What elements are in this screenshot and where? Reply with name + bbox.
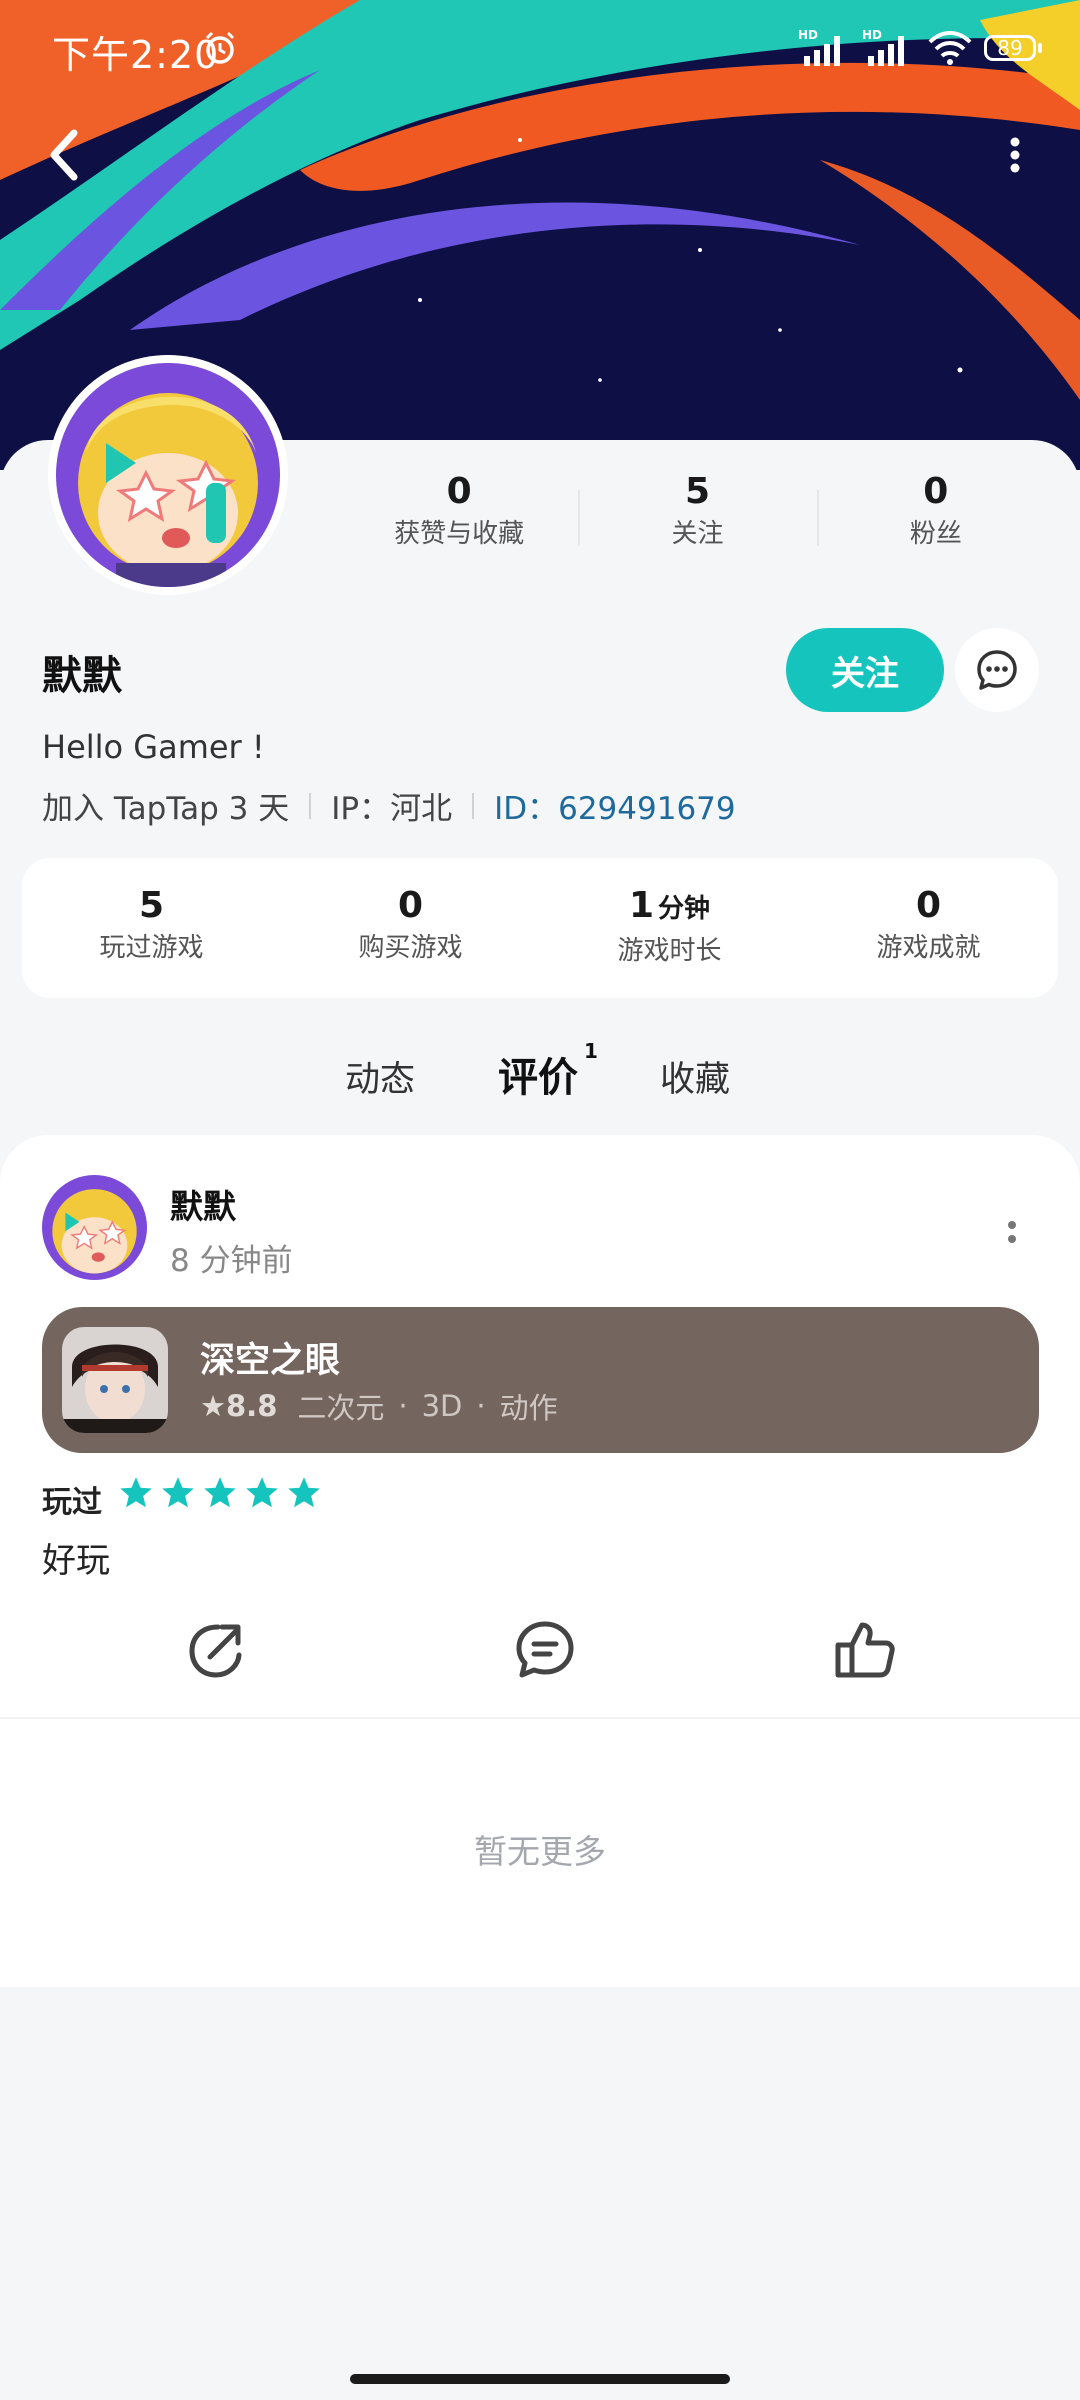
message-button[interactable] [955, 628, 1039, 712]
stat-value: 0 [915, 885, 942, 926]
joined-days: 加入 TapTap 3 天 [42, 791, 290, 827]
stat-label: 游戏时长 [617, 936, 722, 966]
star-icon [246, 1477, 278, 1508]
stat-followers[interactable]: 0 粉丝 [816, 468, 1055, 568]
tab-reviews-label: 评价 [498, 1055, 578, 1101]
like-icon[interactable] [830, 1615, 900, 1685]
review-feed: 默默 8 分钟前 深空之眼 ★8.8 二次元 · 3D · 动作 玩过 好玩 暂… [0, 1135, 1080, 1987]
game-card[interactable]: 深空之眼 ★8.8 二次元 · 3D · 动作 [42, 1307, 1039, 1453]
game-stats-card: 5 玩过游戏 0 购买游戏 1 分钟 游戏时长 0 游戏成就 [22, 858, 1058, 998]
comment-icon[interactable] [510, 1615, 580, 1685]
stat-value: 5 [138, 885, 165, 926]
bio: Hello Gamer ! [42, 728, 265, 766]
post-actions [0, 1615, 1080, 1705]
status-bar: 下午2:20 HD HD 89 [0, 0, 1080, 100]
social-stats: 0 获赞与收藏 5 关注 0 粉丝 [340, 468, 1055, 568]
tab-badge: 1 [584, 1039, 598, 1063]
ip-location: IP：河北 [331, 791, 453, 827]
battery-icon: 89 [984, 35, 1042, 61]
post-avatar[interactable] [42, 1175, 147, 1280]
divider [0, 1717, 1080, 1719]
profile-tabs: 动态 评价 1 收藏 [0, 1039, 1080, 1115]
post-time: 8 分钟前 [170, 1243, 293, 1279]
game-score: ★8.8 [200, 1389, 277, 1423]
stat-achievements[interactable]: 0 游戏成就 [799, 858, 1058, 998]
wifi-icon [928, 31, 972, 65]
played-label: 玩过 [42, 1485, 102, 1520]
game-meta: ★8.8 二次元 · 3D · 动作 [200, 1385, 558, 1427]
stat-following[interactable]: 5 关注 [578, 468, 816, 568]
stat-label: 粉丝 [909, 519, 962, 549]
chat-bubble-icon [977, 650, 1017, 690]
stat-value: 0 [923, 471, 949, 512]
game-title: 深空之眼 [200, 1341, 341, 1381]
game-score-value: 8.8 [226, 1389, 278, 1423]
review-text: 好玩 [42, 1541, 110, 1581]
star-icon [120, 1477, 152, 1508]
avatar[interactable] [48, 355, 288, 595]
game-tag: 动作 [499, 1391, 558, 1425]
rating-stars [118, 1475, 322, 1511]
game-tag: 3D [421, 1389, 463, 1423]
follow-button[interactable]: 关注 [786, 628, 944, 712]
chevron-left-icon[interactable] [40, 125, 90, 185]
game-tag: 二次元 [297, 1391, 385, 1425]
tab-favorites[interactable]: 收藏 [660, 1051, 730, 1102]
stat-unit: 分钟 [658, 894, 711, 924]
home-indicator[interactable] [350, 2374, 730, 2384]
stat-label: 游戏成就 [876, 933, 981, 963]
star-icon [288, 1477, 320, 1508]
star-icon [204, 1477, 236, 1508]
stat-label: 购买游戏 [358, 933, 463, 963]
star-icon [162, 1477, 194, 1508]
star-icon: ★ [200, 1389, 226, 1423]
signal-icon-2: HD [862, 28, 916, 68]
stat-label: 玩过游戏 [99, 933, 204, 963]
user-id[interactable]: ID：629491679 [494, 783, 736, 828]
battery-level: 89 [984, 35, 1036, 61]
username: 默默 [42, 653, 122, 699]
stat-value: 0 [446, 471, 472, 512]
alarm-icon [205, 31, 235, 64]
stat-play-time[interactable]: 1 分钟 游戏时长 [540, 858, 799, 998]
stat-label: 获赞与收藏 [394, 519, 525, 549]
vertical-dots-icon[interactable] [995, 130, 1035, 180]
vertical-dots-icon[interactable] [1000, 1213, 1024, 1263]
stat-likes[interactable]: 0 获赞与收藏 [340, 468, 578, 568]
stat-value: 1 [628, 885, 655, 926]
stat-label: 关注 [671, 519, 724, 549]
feed-end-text: 暂无更多 [474, 1832, 606, 1871]
status-time: 下午2:20 [52, 33, 220, 77]
profile-meta: 加入 TapTap 3 天 IP：河北 ID：629491679 [42, 783, 736, 828]
signal-icon: HD [798, 28, 852, 68]
stat-value: 5 [684, 471, 711, 512]
tab-moments[interactable]: 动态 [345, 1051, 415, 1102]
stat-value: 0 [397, 885, 424, 926]
tab-reviews[interactable]: 评价 1 [498, 1039, 598, 1109]
post-author[interactable]: 默默 [170, 1180, 236, 1228]
share-icon[interactable] [180, 1615, 250, 1685]
stat-played-games[interactable]: 5 玩过游戏 [22, 858, 281, 998]
stat-bought-games[interactable]: 0 购买游戏 [281, 858, 540, 998]
game-icon [62, 1327, 168, 1433]
